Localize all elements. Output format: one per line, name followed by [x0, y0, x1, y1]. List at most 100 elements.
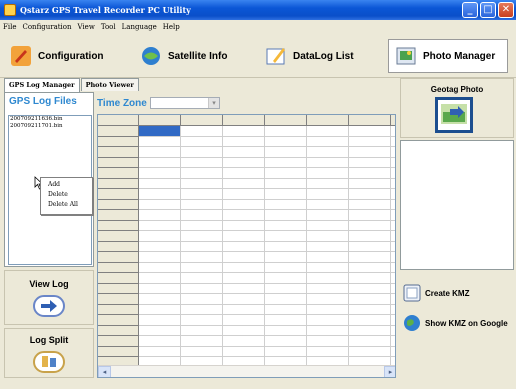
grid-cell[interactable] — [265, 252, 307, 263]
grid-cell[interactable] — [349, 252, 391, 263]
grid-column-header[interactable] — [307, 115, 349, 126]
close-button[interactable]: ✕ — [498, 2, 514, 18]
grid-cell[interactable] — [307, 304, 349, 315]
grid-row-header[interactable] — [98, 325, 139, 336]
grid-cell[interactable] — [391, 147, 395, 158]
menu-configuration[interactable]: Configuration — [22, 23, 71, 31]
grid-cell[interactable] — [307, 210, 349, 221]
grid-cell[interactable] — [139, 168, 181, 179]
grid-column-header[interactable] — [98, 115, 139, 126]
file-item[interactable]: 20070921163​6.bin — [9, 116, 91, 123]
grid-cell[interactable] — [223, 346, 265, 357]
grid-cell[interactable] — [223, 231, 265, 242]
grid-row-header[interactable] — [98, 168, 139, 179]
grid-cell[interactable] — [181, 252, 223, 263]
grid-cell[interactable] — [349, 147, 391, 158]
grid-cell[interactable] — [265, 294, 307, 305]
grid-cell[interactable] — [391, 284, 395, 294]
grid-cell[interactable] — [181, 346, 223, 357]
log-data-grid[interactable]: ◂ ▸ — [97, 114, 396, 378]
grid-cell[interactable] — [139, 346, 181, 357]
grid-cell[interactable] — [307, 273, 349, 284]
time-zone-select[interactable]: ▾ — [150, 97, 220, 109]
minimize-button[interactable]: _ — [462, 2, 478, 18]
grid-cell[interactable] — [265, 336, 307, 347]
grid-cell[interactable] — [139, 178, 181, 189]
grid-cell[interactable] — [223, 210, 265, 221]
satellite-info-button[interactable]: Satellite Info — [140, 39, 227, 73]
grid-cell[interactable] — [349, 273, 391, 284]
grid-cell[interactable] — [349, 210, 391, 221]
grid-cell[interactable] — [307, 294, 349, 305]
grid-cell[interactable] — [181, 325, 223, 336]
grid-cell[interactable] — [223, 336, 265, 347]
grid-cell[interactable] — [307, 283, 349, 294]
grid-cell[interactable] — [139, 189, 181, 200]
grid-cell[interactable] — [391, 336, 395, 347]
scroll-left-icon[interactable]: ◂ — [98, 366, 111, 377]
grid-cell[interactable] — [139, 336, 181, 347]
grid-cell[interactable] — [223, 294, 265, 305]
menu-file[interactable]: File — [3, 23, 16, 31]
grid-row-header[interactable] — [98, 315, 139, 326]
grid-cell[interactable] — [265, 304, 307, 315]
grid-cell[interactable] — [139, 315, 181, 326]
view-log-button[interactable]: View Log — [4, 270, 94, 325]
grid-row-header[interactable] — [98, 336, 139, 347]
grid-cell[interactable] — [391, 347, 395, 357]
grid-column-header[interactable] — [265, 115, 307, 126]
grid-cell[interactable] — [391, 210, 395, 221]
grid-cell[interactable] — [139, 241, 181, 252]
grid-cell[interactable] — [349, 315, 391, 326]
grid-cell[interactable] — [391, 305, 395, 315]
grid-cell[interactable] — [349, 283, 391, 294]
grid-cell[interactable] — [307, 231, 349, 242]
grid-cell[interactable] — [223, 283, 265, 294]
configuration-button[interactable]: Configuration — [10, 39, 104, 73]
grid-cell[interactable] — [349, 189, 391, 200]
grid-cell[interactable] — [181, 262, 223, 273]
grid-cell[interactable] — [223, 273, 265, 284]
tab-gps-log-manager[interactable]: GPS Log Manager — [4, 78, 80, 92]
grid-cell[interactable] — [181, 189, 223, 200]
grid-row-header[interactable] — [98, 231, 139, 242]
grid-cell[interactable] — [265, 136, 307, 147]
grid-cell[interactable] — [307, 252, 349, 263]
photo-manager-button[interactable]: Photo Manager — [388, 39, 508, 73]
grid-cell[interactable] — [181, 304, 223, 315]
grid-cell[interactable] — [391, 315, 395, 326]
grid-cell[interactable] — [307, 147, 349, 158]
grid-row-header[interactable] — [98, 178, 139, 189]
grid-cell[interactable] — [265, 273, 307, 284]
chevron-down-icon[interactable]: ▾ — [208, 98, 219, 108]
grid-column-header[interactable] — [349, 115, 391, 126]
grid-cell[interactable] — [223, 126, 265, 137]
grid-cell[interactable] — [391, 221, 395, 231]
grid-cell[interactable] — [349, 304, 391, 315]
grid-cell[interactable] — [391, 158, 395, 168]
grid-cell[interactable] — [223, 315, 265, 326]
geotag-photo-button[interactable] — [435, 97, 473, 133]
grid-cell[interactable] — [139, 136, 181, 147]
grid-cell[interactable] — [181, 283, 223, 294]
grid-cell[interactable] — [139, 294, 181, 305]
grid-cell[interactable] — [307, 346, 349, 357]
grid-cell[interactable] — [349, 262, 391, 273]
grid-cell[interactable] — [349, 231, 391, 242]
grid-column-header[interactable] — [391, 115, 395, 126]
grid-cell[interactable] — [349, 241, 391, 252]
grid-cell[interactable] — [181, 315, 223, 326]
grid-cell[interactable] — [223, 325, 265, 336]
grid-row-header[interactable] — [98, 147, 139, 158]
grid-row-header[interactable] — [98, 199, 139, 210]
grid-row-header[interactable] — [98, 294, 139, 305]
grid-cell[interactable] — [307, 189, 349, 200]
grid-cell[interactable] — [139, 199, 181, 210]
grid-row-header[interactable] — [98, 126, 139, 137]
grid-cell[interactable] — [391, 126, 395, 137]
grid-cell[interactable] — [349, 199, 391, 210]
grid-cell[interactable] — [139, 147, 181, 158]
grid-cell[interactable] — [181, 147, 223, 158]
grid-cell[interactable] — [181, 126, 223, 137]
menu-tool[interactable]: Tool — [101, 23, 116, 31]
